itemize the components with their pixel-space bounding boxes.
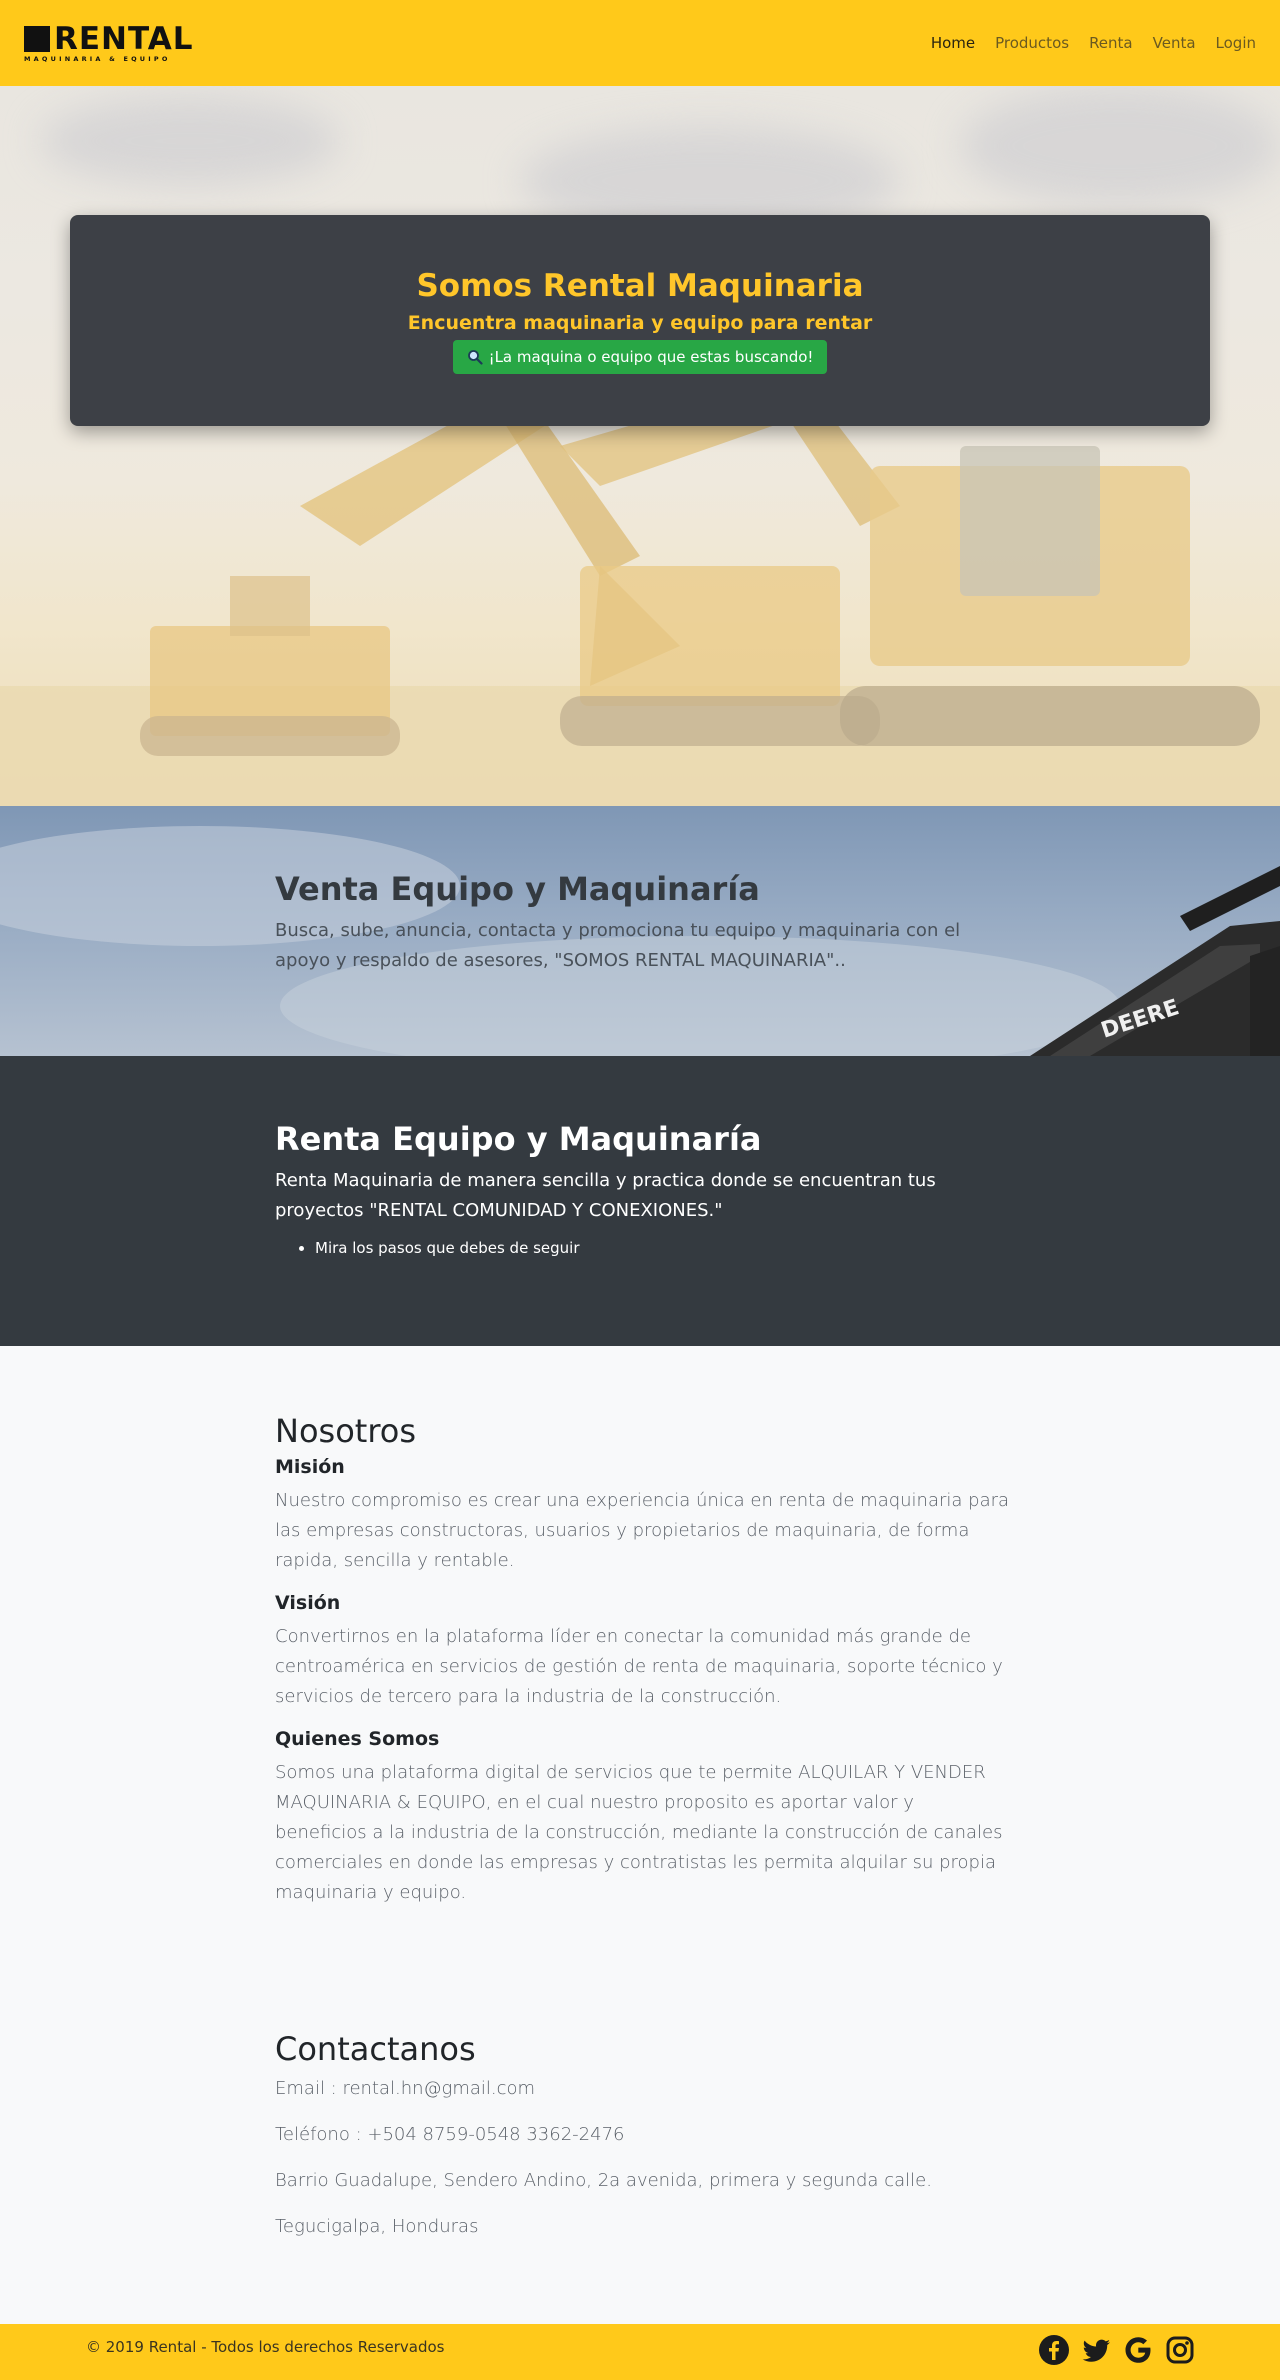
nav-login[interactable]: Login: [1216, 34, 1256, 52]
excavators-background-image: [0, 376, 1280, 806]
nav-menu: Home Productos Renta Venta Login: [931, 34, 1256, 52]
quienes-somos-title: Quienes Somos: [275, 1728, 440, 1750]
logo-square-icon: [24, 25, 50, 52]
nosotros-section: Nosotros Misión Nuestro compromiso es cr…: [275, 1412, 1010, 1924]
renta-section: Renta Equipo y Maquinaría Renta Maquinar…: [0, 1056, 1280, 1346]
venta-content: Venta Equipo y Maquinaría Busca, sube, a…: [275, 870, 1010, 976]
renta-text: Renta Maquinaria de manera sencilla y pr…: [275, 1170, 936, 1221]
hero-subtitle: Encuentra maquinaria y equipo para renta…: [407, 311, 873, 334]
hero-card: Somos Rental Maquinaria Encuentra maquin…: [70, 215, 1210, 426]
hero-title: Somos Rental Maquinaria: [416, 267, 864, 304]
contact-email: Email : rental.hn@gmail.com: [275, 2078, 536, 2099]
renta-steps-list: Mira los pasos que debes de seguir: [275, 1236, 1010, 1260]
search-machinery-button-label: ¡La maquina o equipo que estas buscando!: [488, 347, 814, 366]
search-machinery-button[interactable]: ¡La maquina o equipo que estas buscando!: [452, 339, 828, 374]
venta-text: Busca, sube, anuncia, contacta y promoci…: [275, 920, 961, 971]
list-item: Mira los pasos que debes de seguir: [315, 1236, 1010, 1260]
venta-title: Venta Equipo y Maquinaría: [275, 870, 760, 908]
google-icon[interactable]: [1122, 2334, 1154, 2366]
renta-title: Renta Equipo y Maquinaría: [275, 1120, 762, 1158]
footer-copyright: © 2019 Rental - Todos los derechos Reser…: [86, 2338, 445, 2356]
venta-section: DEERE Venta Equipo y Maquinaría Busca, s…: [0, 806, 1280, 1056]
brand-tagline: MAQUINARIA & EQUIPO: [24, 54, 171, 63]
mision-text: Nuestro compromiso es crear una experien…: [275, 1490, 1010, 1571]
nav-home[interactable]: Home: [931, 34, 975, 52]
contact-address: Barrio Guadalupe, Sendero Andino, 2a ave…: [275, 2170, 932, 2191]
contact-section: Contactanos Email : rental.hn@gmail.com …: [275, 2030, 1010, 2258]
contact-city: Tegucigalpa, Honduras: [275, 2216, 479, 2237]
vision-text: Convertirnos en la plataforma líder en c…: [275, 1626, 1003, 1707]
twitter-icon[interactable]: [1080, 2334, 1112, 2366]
hero-section: Somos Rental Maquinaria Encuentra maquin…: [0, 86, 1280, 806]
quienes-somos-text: Somos una plataforma digital de servicio…: [275, 1762, 1003, 1903]
footer: © 2019 Rental - Todos los derechos Reser…: [0, 2324, 1280, 2380]
nav-productos[interactable]: Productos: [995, 34, 1069, 52]
nosotros-title: Nosotros: [275, 1412, 417, 1450]
mision-title: Misión: [275, 1456, 345, 1478]
brand-logo[interactable]: RENTAL MAQUINARIA & EQUIPO: [24, 20, 194, 63]
contact-title: Contactanos: [275, 2030, 476, 2068]
brand-name: RENTAL: [54, 20, 194, 57]
contact-phone: Teléfono : +504 8759-0548 3362-2476: [275, 2124, 625, 2145]
facebook-icon[interactable]: [1038, 2334, 1070, 2366]
nav-renta[interactable]: Renta: [1089, 34, 1133, 52]
vision-title: Visión: [275, 1592, 341, 1614]
navbar: RENTAL MAQUINARIA & EQUIPO Home Producto…: [0, 0, 1280, 86]
renta-content: Renta Equipo y Maquinaría Renta Maquinar…: [275, 1120, 1010, 1260]
nav-venta[interactable]: Venta: [1153, 34, 1196, 52]
search-icon: [467, 349, 483, 365]
instagram-icon[interactable]: [1164, 2334, 1196, 2366]
social-links: [1038, 2334, 1196, 2366]
